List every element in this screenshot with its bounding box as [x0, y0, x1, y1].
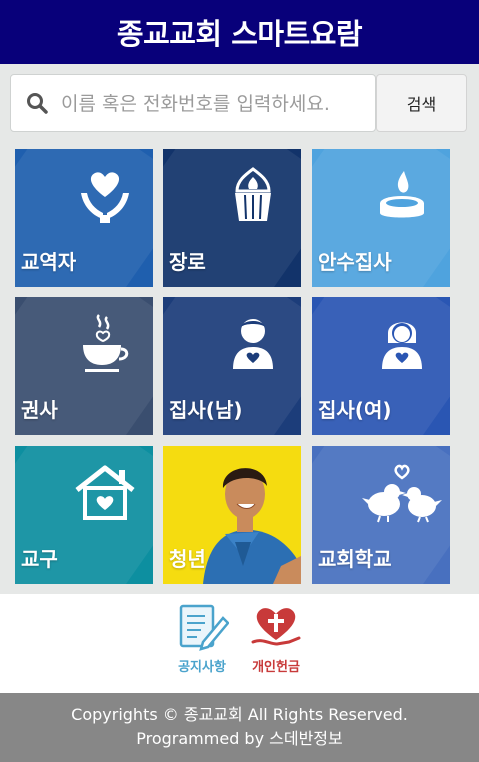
heart-cross-hand-icon	[251, 608, 301, 646]
search-input[interactable]	[59, 85, 369, 123]
tile-church-school[interactable]: 교회학교	[312, 446, 450, 584]
quick-links-panel: 공지사항 개인헌금	[0, 594, 479, 693]
app-title: 종교교회 스마트요람	[116, 17, 363, 51]
notice-link[interactable]: 공지사항	[172, 602, 232, 675]
tile-youth[interactable]: 청년	[163, 446, 301, 584]
tile-label: 장로	[169, 250, 206, 274]
tile-ordained-deacons[interactable]: 안수집사	[312, 149, 450, 287]
search-button[interactable]: 검색	[376, 74, 467, 132]
tile-label: 청년	[169, 547, 206, 571]
house-heart-icon	[75, 465, 135, 520]
tile-ministers[interactable]: 교역자	[15, 149, 153, 287]
tile-label: 교구	[21, 547, 58, 571]
search-icon	[27, 93, 48, 114]
tile-parish[interactable]: 교구	[15, 446, 153, 584]
footer: Copyrights © 종교교회 All Rights Reserved. P…	[0, 693, 479, 762]
tile-elders[interactable]: 장로	[163, 149, 301, 287]
search-box	[10, 74, 376, 132]
offering-label: 개인헌금	[252, 660, 300, 675]
woman-heart-icon	[382, 322, 422, 369]
tile-exhorters[interactable]: 권사	[15, 297, 153, 435]
candle-icon	[380, 171, 424, 218]
tile-label: 안수집사	[318, 250, 392, 274]
coffee-cup-icon	[83, 314, 129, 372]
birds-heart-icon	[362, 464, 442, 523]
tile-label: 집사(여)	[318, 398, 392, 422]
offering-link[interactable]: 개인헌금	[246, 602, 306, 675]
heart-hands-icon	[81, 172, 129, 223]
notepad-pencil-icon	[179, 604, 229, 651]
tile-label: 권사	[21, 398, 58, 422]
app-header: 종교교회 스마트요람	[0, 0, 479, 64]
tile-label: 교회학교	[318, 547, 392, 571]
notice-label: 공지사항	[178, 660, 226, 675]
tile-label: 집사(남)	[169, 398, 243, 422]
programmer-credit: Programmed by 스데반정보	[136, 729, 343, 748]
tile-deacons-male[interactable]: 집사(남)	[163, 297, 301, 435]
tile-deacons-female[interactable]: 집사(여)	[312, 297, 450, 435]
man-heart-icon	[233, 319, 273, 369]
copyright-text: Copyrights © 종교교회 All Rights Reserved.	[71, 705, 408, 724]
tile-label: 교역자	[21, 250, 77, 274]
category-grid: 교역자 장로 안수집사 권사 집사(남) 집사(여) 교구 청년 교회학교	[15, 149, 450, 584]
search-bar: 검색	[10, 74, 467, 132]
cupcake-icon	[235, 167, 271, 221]
